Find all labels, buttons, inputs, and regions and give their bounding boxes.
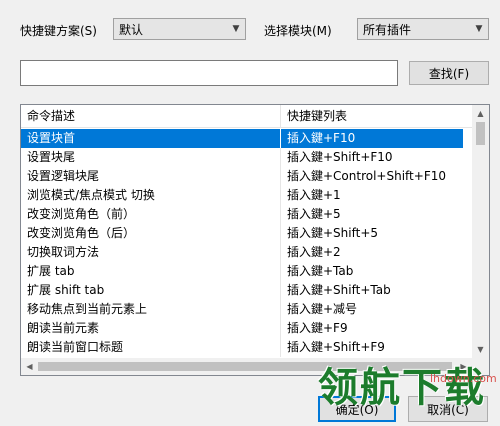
command-cell: 改变浏览角色（前）: [21, 205, 281, 224]
table-row[interactable]: 朗读当前元素 插入鍵+F9: [21, 319, 474, 338]
scheme-select-value: 默认: [119, 22, 144, 37]
command-cell: 设置块首: [21, 129, 281, 148]
command-cell: 朗读当前窗口标题: [21, 338, 281, 357]
module-select[interactable]: 所有插件 ▼: [357, 18, 489, 40]
scroll-up-icon[interactable]: ▲: [472, 105, 489, 122]
list-header: 命令描述 快捷键列表: [21, 105, 474, 128]
shortcut-cell: 插入鍵+F10: [281, 129, 463, 148]
scroll-down-icon[interactable]: ▼: [472, 341, 489, 358]
command-cell: 改变浏览角色（后）: [21, 224, 281, 243]
scheme-label: 快捷键方案(S): [20, 24, 97, 38]
shortcut-cell: 插入鍵+1: [287, 188, 341, 202]
command-cell: 朗读当前元素: [21, 319, 281, 338]
table-row[interactable]: 移动焦点到当前元素上 插入鍵+减号: [21, 300, 474, 319]
module-select-value: 所有插件: [363, 22, 412, 37]
table-row[interactable]: 扩展 shift tab 插入鍵+Shift+Tab: [21, 281, 474, 300]
shortcut-cell: 插入鍵+Tab: [287, 264, 354, 278]
command-cell: 切换取词方法: [21, 243, 281, 262]
vertical-scroll-thumb[interactable]: [476, 122, 485, 145]
shortcut-cell: 插入鍵+Shift+Tab: [287, 283, 391, 297]
shortcut-cell: 插入鍵+F9: [287, 321, 348, 335]
column-header-command[interactable]: 命令描述: [21, 105, 281, 127]
search-input[interactable]: [20, 60, 398, 86]
table-row[interactable]: 浏览模式/焦点模式 切换 插入鍵+1: [21, 186, 474, 205]
column-header-shortcut[interactable]: 快捷键列表: [281, 105, 347, 127]
command-cell: 移动焦点到当前元素上: [21, 300, 281, 319]
table-row[interactable]: 改变浏览角色（前） 插入鍵+5: [21, 205, 474, 224]
command-cell: 扩展 shift tab: [21, 281, 281, 300]
command-cell: 浏览模式/焦点模式 切换: [21, 186, 281, 205]
command-cell: 扩展 tab: [21, 262, 281, 281]
list-rows: 设置块首 插入鍵+F10 设置块尾 插入鍵+Shift+F10 设置逻辑块尾 插入鍵+…: [21, 129, 474, 361]
table-row[interactable]: 改变浏览角色（后） 插入鍵+Shift+5: [21, 224, 474, 243]
table-row[interactable]: 设置块尾 插入鍵+Shift+F10: [21, 148, 474, 167]
table-row[interactable]: 设置块首 插入鍵+F10: [21, 129, 474, 148]
shortcut-cell: 插入鍵+减号: [287, 302, 358, 316]
chevron-down-icon: ▼: [232, 24, 240, 34]
module-label: 选择模块(M): [264, 24, 332, 38]
vertical-scrollbar[interactable]: ▲ ▼: [472, 105, 489, 358]
shortcut-cell: 插入鍵+5: [287, 207, 341, 221]
table-row[interactable]: 切换取词方法 插入鍵+2: [21, 243, 474, 262]
watermark-site: lhdown.com: [430, 372, 497, 385]
shortcut-cell: 插入鍵+Shift+F9: [287, 340, 385, 354]
scheme-select[interactable]: 默认 ▼: [113, 18, 246, 40]
shortcut-list[interactable]: 命令描述 快捷键列表 设置块首 插入鍵+F10 设置块尾 插入鍵+Shift+F10…: [20, 104, 490, 376]
table-row[interactable]: 朗读当前窗口标题 插入鍵+Shift+F9: [21, 338, 474, 357]
shortcut-cell: 插入鍵+Shift+F10: [287, 150, 393, 164]
table-row[interactable]: 设置逻辑块尾 插入鍵+Control+Shift+F10: [21, 167, 474, 186]
shortcut-cell: 插入鍵+Shift+5: [287, 226, 379, 240]
command-cell: 设置逻辑块尾: [21, 167, 281, 186]
scroll-left-icon[interactable]: ◀: [21, 358, 38, 375]
shortcut-cell: 插入鍵+Control+Shift+F10: [287, 169, 446, 183]
shortcut-cell: 插入鍵+2: [287, 245, 341, 259]
command-cell: 设置块尾: [21, 148, 281, 167]
table-row[interactable]: 扩展 tab 插入鍵+Tab: [21, 262, 474, 281]
find-button[interactable]: 查找(F): [409, 61, 489, 85]
chevron-down-icon: ▼: [475, 24, 483, 34]
